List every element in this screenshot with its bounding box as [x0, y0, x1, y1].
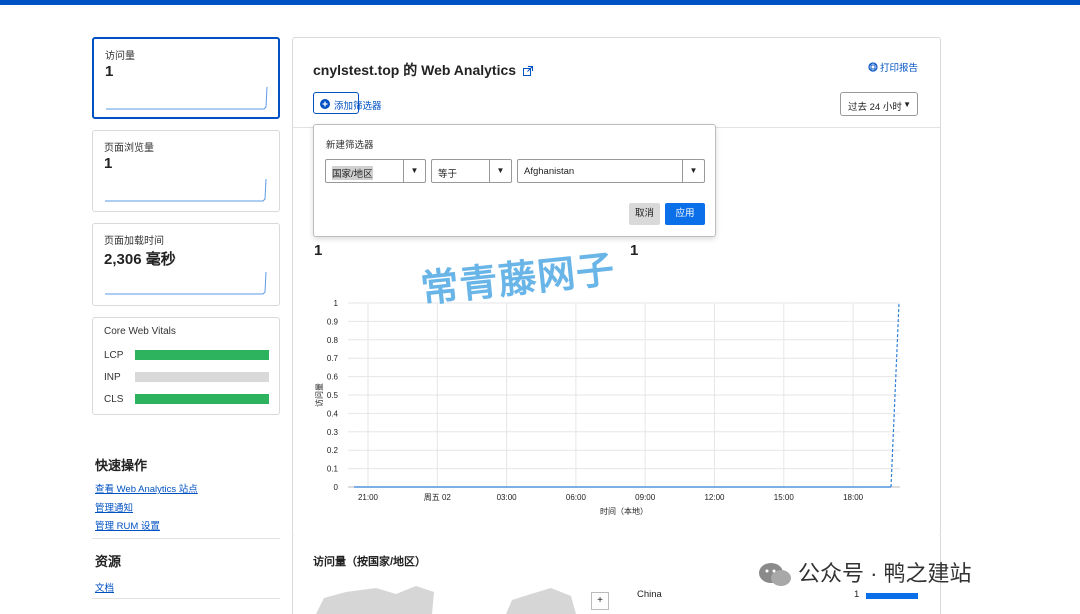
- add-filter-button[interactable]: 添加筛选器: [313, 92, 382, 114]
- pageviews-sparkline: [105, 178, 267, 202]
- cwv-inp-bar: [135, 372, 269, 382]
- pageviews-label: 页面浏览量: [104, 143, 154, 154]
- x-tick-label: 09:00: [635, 493, 656, 502]
- y-tick-label: 0.8: [327, 336, 339, 345]
- chevron-down-icon: ▼: [903, 100, 911, 109]
- cwv-lcp-label: LCP: [104, 350, 124, 361]
- quick-divider: [92, 538, 280, 539]
- print-icon: [868, 62, 878, 72]
- manage-rum-link[interactable]: 管理 RUM 设置: [95, 518, 160, 532]
- plus-circle-icon: [320, 99, 330, 109]
- filter-operator-value: 等于: [438, 169, 458, 180]
- chevron-down-icon: ▼: [489, 160, 511, 182]
- time-range-value: 过去 24 小时: [848, 102, 902, 113]
- y-axis-label: 访问量: [314, 383, 324, 407]
- new-filter-popover: 新建筛选器 国家/地区 ▼ 等于 ▼ Afghanistan ▼ 取消 应用: [313, 124, 716, 237]
- page-title-text: cnylstest.top 的 Web Analytics: [313, 62, 517, 78]
- filter-field-value: 国家/地区: [332, 166, 373, 180]
- x-tick-label: 12:00: [704, 493, 725, 502]
- y-tick-label: 0.5: [327, 391, 339, 400]
- y-tick-label: 0.9: [327, 317, 339, 326]
- print-report-label: 打印报告: [880, 63, 919, 74]
- summary-value-a: 1: [314, 242, 323, 259]
- print-report-button[interactable]: 打印报告: [868, 60, 918, 74]
- manage-notifications-link[interactable]: 管理通知: [95, 500, 133, 514]
- wechat-icon: [759, 563, 791, 587]
- loadtime-label: 页面加载时间: [104, 236, 164, 247]
- cancel-button[interactable]: 取消: [629, 203, 660, 225]
- chevron-down-icon: ▼: [682, 160, 704, 182]
- y-tick-label: 0.2: [327, 446, 339, 455]
- y-tick-label: 0.4: [327, 409, 339, 418]
- x-tick-label: 03:00: [497, 493, 518, 502]
- cwv-cls-bar: [135, 394, 269, 404]
- country-row-value: 1: [854, 589, 860, 600]
- quick-actions-title: 快速操作: [95, 458, 148, 473]
- loadtime-value: 2,306 毫秒: [104, 251, 176, 268]
- summary-value-b: 1: [630, 242, 639, 259]
- y-tick-label: 0.3: [327, 428, 339, 437]
- visits-label: 访问量: [105, 51, 135, 62]
- top-accent-bar: [0, 0, 1080, 5]
- cwv-cls-label: CLS: [104, 394, 124, 405]
- country-section-title: 访问量（按国家/地区）: [313, 556, 427, 568]
- resources-divider: [92, 598, 280, 599]
- resources-title: 资源: [95, 554, 122, 569]
- y-tick-label: 0.1: [327, 465, 339, 474]
- y-tick-label: 0: [334, 483, 339, 492]
- wechat-watermark: 公众号 · 鸭之建站: [758, 556, 972, 589]
- cwv-title: Core Web Vitals: [104, 326, 176, 337]
- visits-value: 1: [105, 63, 114, 80]
- x-axis-label: 时间（本地）: [600, 506, 648, 516]
- country-row-name: China: [637, 589, 662, 600]
- page-title: cnylstest.top 的 Web Analytics: [313, 60, 533, 80]
- new-filter-title: 新建筛选器: [326, 140, 374, 151]
- y-tick-label: 0.6: [327, 373, 339, 382]
- time-range-select[interactable]: 过去 24 小时 ▼: [840, 92, 918, 116]
- x-tick-label: 06:00: [566, 493, 587, 502]
- x-tick-label: 18:00: [843, 493, 864, 502]
- country-row-bar: [866, 593, 918, 599]
- cwv-inp-label: INP: [104, 372, 121, 383]
- x-tick-label: 21:00: [358, 493, 379, 502]
- filter-field-select[interactable]: 国家/地区 ▼: [325, 159, 426, 183]
- loadtime-sparkline: [105, 271, 267, 295]
- chevron-down-icon: ▼: [403, 160, 425, 182]
- x-tick-label: 周五 02: [424, 493, 452, 502]
- core-web-vitals-card: Core Web Vitals LCP INP CLS: [92, 317, 280, 415]
- y-tick-label: 0.7: [327, 354, 339, 363]
- y-tick-label: 1: [334, 299, 339, 308]
- filter-operator-select[interactable]: 等于 ▼: [431, 159, 512, 183]
- visits-line-chart: 0 0.1 0.2 0.3 0.4 0.5 0.6 0.7 0.8 0.9 1 21:00 周五 02 0…: [314, 299, 900, 516]
- wechat-text: 公众号 · 鸭之建站: [798, 561, 972, 586]
- add-filter-label: 添加筛选器: [334, 101, 382, 112]
- docs-link[interactable]: 文档: [95, 580, 114, 594]
- visits-card[interactable]: 访问量 1: [92, 37, 280, 119]
- filter-value-value: Afghanistan: [524, 166, 575, 177]
- loadtime-card[interactable]: 页面加载时间 2,306 毫秒: [92, 223, 280, 306]
- cwv-lcp-bar: [135, 350, 269, 360]
- pageviews-card[interactable]: 页面浏览量 1: [92, 130, 280, 212]
- apply-button[interactable]: 应用: [665, 203, 705, 225]
- map-zoom-in-button[interactable]: +: [591, 592, 609, 610]
- visits-sparkline: [106, 86, 268, 110]
- pageviews-value: 1: [104, 155, 113, 172]
- filter-value-select[interactable]: Afghanistan ▼: [517, 159, 705, 183]
- external-link-icon[interactable]: [522, 66, 533, 76]
- view-sites-link[interactable]: 查看 Web Analytics 站点: [95, 481, 198, 495]
- x-tick-label: 15:00: [774, 493, 795, 502]
- world-map[interactable]: [316, 584, 576, 614]
